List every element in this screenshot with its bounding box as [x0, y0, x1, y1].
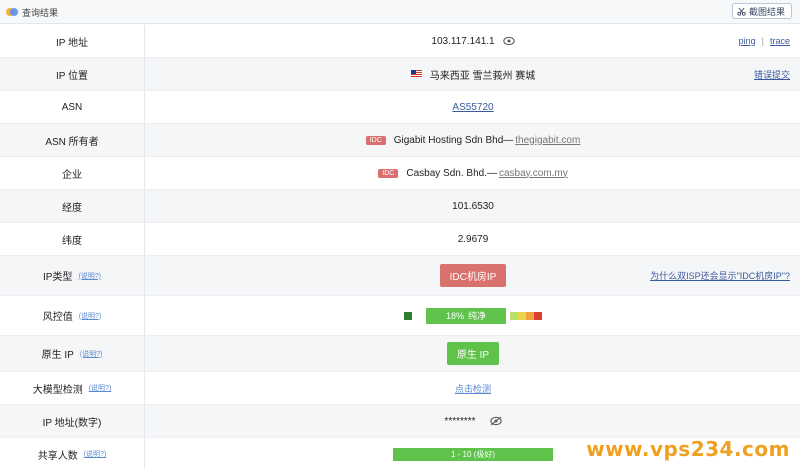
asn-owner-domain-link[interactable]: thegigabit.com: [515, 135, 580, 146]
row-label: 经度: [0, 190, 145, 222]
row-llm-check: 大模型检测 (说明?) 点击检测: [0, 372, 800, 405]
row-value: 101.6530: [146, 190, 800, 222]
screenshot-results-label: 截图结果: [748, 6, 785, 17]
latitude-value: 2.9679: [457, 233, 489, 245]
click-detect-link[interactable]: 点击检测: [455, 382, 491, 395]
ip-location-value: 马来西亚 雪兰莪州 赛城: [429, 70, 536, 82]
row-label: IP 地址: [0, 25, 145, 57]
asn-link[interactable]: AS55720: [452, 102, 493, 113]
row-ip-address: IP 地址 103.117.141.1 ping | trace: [0, 25, 800, 58]
risk-score-value: 18%: [445, 310, 464, 321]
row-label: IP 位置: [0, 58, 145, 90]
row-value: 103.117.141.1: [146, 25, 800, 57]
shared-users-badge: 1 - 10 (极好): [393, 447, 553, 461]
ip-address-value: 103.117.141.1: [431, 35, 495, 47]
row-label: IP 地址(数字): [0, 405, 145, 437]
risk-low-marker: [404, 311, 412, 320]
report-error-link[interactable]: 错误提交: [754, 68, 790, 81]
row-label: 纬度: [0, 223, 145, 255]
row-value: 2.9679: [146, 223, 800, 255]
row-company: 企业 IDC Casbay Sdn. Bhd.— casbay.com.my: [0, 157, 800, 190]
row-value: 18% 纯净: [146, 296, 800, 335]
row-longitude: 经度 101.6530: [0, 190, 800, 223]
screenshot-results-button[interactable]: 截图结果: [731, 3, 792, 19]
row-label-text: 原生 IP: [41, 350, 74, 361]
row-value: ********: [146, 405, 800, 437]
row-actions: 错误提交: [754, 58, 790, 90]
malaysia-flag-icon: [410, 70, 422, 78]
row-value: 点击检测: [146, 372, 800, 404]
risk-scale-segment: [518, 311, 526, 320]
longitude-value: 101.6530: [452, 200, 494, 212]
row-ip-location: IP 位置 马来西亚 雪兰莪州 赛城 错误提交: [0, 58, 800, 91]
company-name: Casbay Sdn. Bhd.—: [406, 167, 497, 179]
results-title: 查询结果: [22, 8, 59, 18]
row-ip-number: IP 地址(数字) ********: [0, 405, 800, 438]
risk-scale-segment: [510, 311, 518, 320]
company-domain-link[interactable]: casbay.com.my: [499, 168, 568, 179]
row-label-text: 共享人数: [37, 450, 78, 462]
results-table: IP 地址 103.117.141.1 ping | trace IP 位置 马…: [0, 25, 800, 469]
app-logo-icon: [6, 6, 18, 18]
risk-scale-segment: [526, 311, 534, 320]
row-label: IP类型 (说明?): [0, 256, 145, 295]
row-value: 马来西亚 雪兰莪州 赛城: [146, 58, 800, 90]
row-native-ip: 原生 IP (说明?) 原生 IP: [0, 336, 800, 372]
asn-owner-name: Gigabit Hosting Sdn Bhd—: [393, 134, 514, 146]
row-asn-owner: ASN 所有者 IDC Gigabit Hosting Sdn Bhd— the…: [0, 124, 800, 157]
row-value: 原生 IP: [146, 336, 800, 371]
row-actions: ping | trace: [739, 25, 790, 57]
row-actions: 为什么双ISP还会显示"IDC机房IP"?: [650, 256, 790, 295]
risk-scale-segment: [534, 311, 542, 320]
eye-off-icon[interactable]: [489, 416, 502, 426]
row-value: AS55720: [146, 91, 800, 123]
idc-badge: IDC: [378, 168, 399, 178]
ip-number-value: ********: [444, 415, 476, 427]
row-value: IDC Casbay Sdn. Bhd.— casbay.com.my: [146, 157, 800, 189]
trace-link[interactable]: trace: [770, 36, 790, 46]
row-label: 原生 IP (说明?): [0, 336, 145, 371]
row-label-text: IP类型: [42, 272, 73, 283]
risk-score-status: 纯净: [468, 311, 487, 321]
help-link[interactable]: (说明?): [84, 449, 107, 459]
row-ip-type: IP类型 (说明?) IDC机房IP 为什么双ISP还会显示"IDC机房IP"?: [0, 256, 800, 296]
row-label: ASN: [0, 91, 145, 123]
idc-badge: IDC: [365, 135, 386, 145]
results-header: 查询结果 截图结果: [0, 0, 800, 24]
separator: |: [761, 36, 764, 46]
row-label-text: 大模型检测: [32, 384, 83, 396]
site-watermark: www.vps234.com: [586, 437, 790, 461]
row-label: 大模型检测 (说明?): [0, 372, 145, 404]
help-link[interactable]: (说明?): [79, 311, 102, 321]
row-label: ASN 所有者: [0, 124, 145, 156]
why-idc-link[interactable]: 为什么双ISP还会显示"IDC机房IP"?: [650, 269, 790, 282]
help-link[interactable]: (说明?): [78, 271, 101, 281]
eye-icon[interactable]: [502, 36, 515, 46]
row-asn: ASN AS55720: [0, 91, 800, 124]
ping-link[interactable]: ping: [739, 36, 756, 46]
risk-score-bar: 18% 纯净: [426, 307, 506, 324]
help-link[interactable]: (说明?): [89, 383, 112, 393]
row-label: 企业: [0, 157, 145, 189]
native-ip-badge: 原生 IP: [446, 342, 500, 365]
ip-type-badge: IDC机房IP: [439, 264, 507, 287]
scissors-icon: [737, 7, 746, 16]
row-label: 共享人数 (说明?): [0, 438, 145, 469]
row-latitude: 纬度 2.9679: [0, 223, 800, 256]
help-link[interactable]: (说明?): [80, 349, 103, 359]
risk-scale: [510, 311, 542, 320]
row-label: 风控值 (说明?): [0, 296, 145, 335]
row-label-text: 风控值: [42, 312, 73, 323]
row-risk-score: 风控值 (说明?) 18% 纯净: [0, 296, 800, 336]
row-value: IDC Gigabit Hosting Sdn Bhd— thegigabit.…: [146, 124, 800, 156]
